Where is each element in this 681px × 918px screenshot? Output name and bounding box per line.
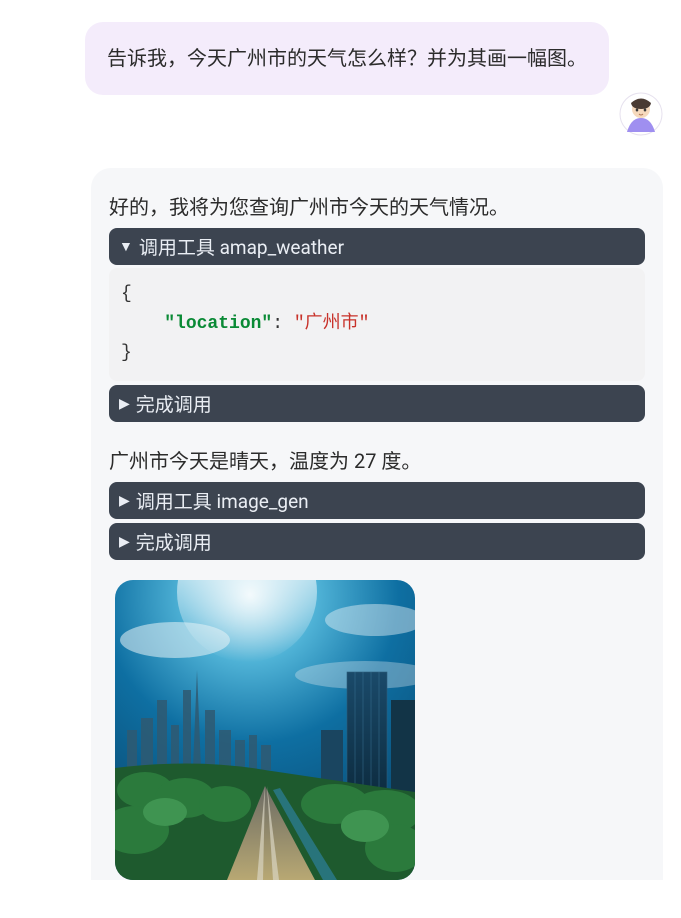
tool-call-code: { "location": "广州市" } [109, 268, 645, 381]
avatar-icon [619, 92, 663, 136]
tool-done-label: 完成调用 [136, 390, 212, 417]
assistant-message-row: 好的，我将为您查询广州市今天的天气情况。 ▼ 调用工具 amap_weather… [18, 168, 663, 880]
user-message-bubble: 告诉我，今天广州市的天气怎么样？并为其画一幅图。 [85, 22, 609, 95]
generated-image-container [115, 580, 645, 880]
tool-done-header-weather[interactable]: ▶ 完成调用 [109, 385, 645, 422]
tool-done-label: 完成调用 [136, 528, 212, 555]
code-key: "location" [164, 314, 272, 334]
chevron-down-icon: ▼ [119, 240, 133, 254]
tool-call-header-imagegen[interactable]: ▶ 调用工具 image_gen [109, 482, 645, 519]
generated-image[interactable] [115, 580, 415, 880]
chevron-right-icon: ▶ [119, 494, 130, 508]
assistant-text-1: 好的，我将为您查询广州市今天的天气情况。 [109, 192, 645, 222]
user-message-row: 告诉我，今天广州市的天气怎么样？并为其画一幅图。 [18, 22, 663, 140]
assistant-message-bubble: 好的，我将为您查询广州市今天的天气情况。 ▼ 调用工具 amap_weather… [91, 168, 663, 880]
tool-call-header-weather[interactable]: ▼ 调用工具 amap_weather [109, 228, 645, 265]
user-message-text: 告诉我，今天广州市的天气怎么样？并为其画一幅图。 [107, 46, 587, 70]
chevron-right-icon: ▶ [119, 535, 130, 549]
tool-call-label: 调用工具 amap_weather [139, 233, 344, 260]
tool-call-label: 调用工具 image_gen [136, 487, 309, 514]
code-value: "广州市" [294, 314, 370, 334]
user-avatar [619, 92, 663, 140]
assistant-text-2: 广州市今天是晴天，温度为 27 度。 [109, 446, 645, 476]
tool-done-header-imagegen[interactable]: ▶ 完成调用 [109, 523, 645, 560]
chevron-right-icon: ▶ [119, 397, 130, 411]
